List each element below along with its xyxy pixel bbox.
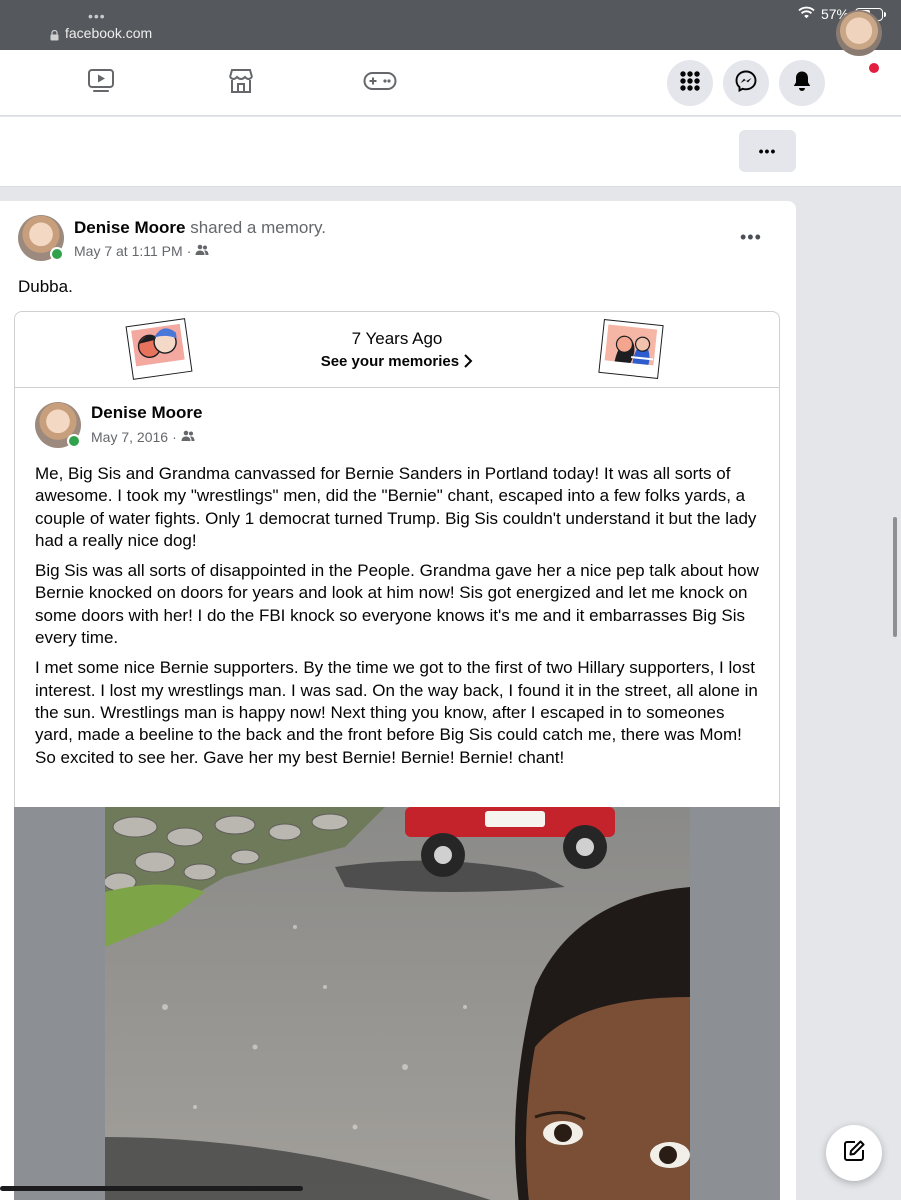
memory-title: 7 Years Ago [351, 329, 443, 348]
profile-avatar[interactable] [836, 10, 882, 56]
inner-friends-audience-icon [181, 429, 195, 445]
memory-illustration-right [598, 319, 664, 379]
post-meta: May 7 at 1:11 PM · [74, 243, 209, 259]
gaming-tab[interactable] [363, 66, 397, 100]
post-text: Dubba. [18, 277, 73, 296]
gaming-icon [363, 70, 397, 97]
memory-illustration-left [125, 318, 193, 380]
messenger-button[interactable] [723, 60, 769, 106]
memory-header[interactable]: 7 Years Ago See your memories [15, 312, 779, 388]
post-card: Denise Moore shared a memory. May 7 at 1… [0, 201, 796, 1200]
memory-post-body: Me, Big Sis and Grandma canvassed for Be… [35, 463, 765, 777]
memory-paragraph: I met some nice Bernie supporters. By th… [35, 658, 758, 767]
marketplace-icon [227, 67, 255, 100]
compose-button[interactable] [826, 1125, 882, 1181]
friends-audience-icon[interactable] [195, 243, 209, 259]
notification-badge [867, 61, 881, 75]
url-bar[interactable]: facebook.com [50, 25, 152, 41]
tab-dots[interactable]: ••• [88, 8, 106, 24]
meta-separator: · [186, 243, 192, 259]
inner-date[interactable]: May 7, 2016 [91, 429, 168, 445]
post-action-text: shared a memory. [190, 218, 326, 237]
url-text: facebook.com [65, 25, 153, 41]
memory-photo-container[interactable] [14, 807, 780, 1200]
profile-action-bar: ••• [0, 117, 901, 187]
inner-meta-separator: · [172, 429, 177, 445]
watch-tab[interactable] [84, 66, 118, 100]
home-indicator [0, 1186, 303, 1191]
see-memories-label: See your memories [320, 353, 460, 370]
memory-paragraph: Me, Big Sis and Grandma canvassed for Be… [35, 464, 757, 550]
post-timestamp[interactable]: May 7 at 1:11 PM [74, 243, 183, 259]
notifications-icon [792, 70, 812, 97]
marketplace-tab[interactable] [224, 66, 258, 100]
memory-paragraph: Big Sis was all sorts of disappointed in… [35, 561, 759, 648]
menu-grid-icon [679, 70, 701, 97]
post-header: Denise Moore shared a memory. [74, 218, 326, 238]
more-options-button[interactable]: ••• [739, 130, 796, 172]
scrollbar[interactable] [893, 517, 897, 637]
notifications-button[interactable] [779, 60, 825, 106]
inner-online-dot [67, 434, 81, 448]
lock-icon [50, 28, 59, 40]
memory-photo[interactable] [105, 807, 690, 1200]
facebook-top-nav [0, 50, 901, 116]
see-memories-link[interactable]: See your memories [15, 353, 779, 370]
more-dots-label: ••• [758, 143, 777, 159]
post-menu-button[interactable]: ••• [740, 227, 762, 248]
watch-icon [87, 68, 115, 99]
inner-meta: May 7, 2016 · [91, 429, 195, 445]
menu-button[interactable] [667, 60, 713, 106]
browser-status-bar: ••• facebook.com 57% [0, 0, 901, 50]
post-author-name[interactable]: Denise Moore [74, 218, 185, 237]
online-status-dot [50, 247, 64, 261]
compose-edit-icon [842, 1139, 866, 1168]
inner-author-name[interactable]: Denise Moore [91, 403, 202, 423]
wifi-icon [798, 6, 815, 22]
messenger-icon [735, 70, 757, 97]
chevron-right-icon [463, 353, 473, 370]
